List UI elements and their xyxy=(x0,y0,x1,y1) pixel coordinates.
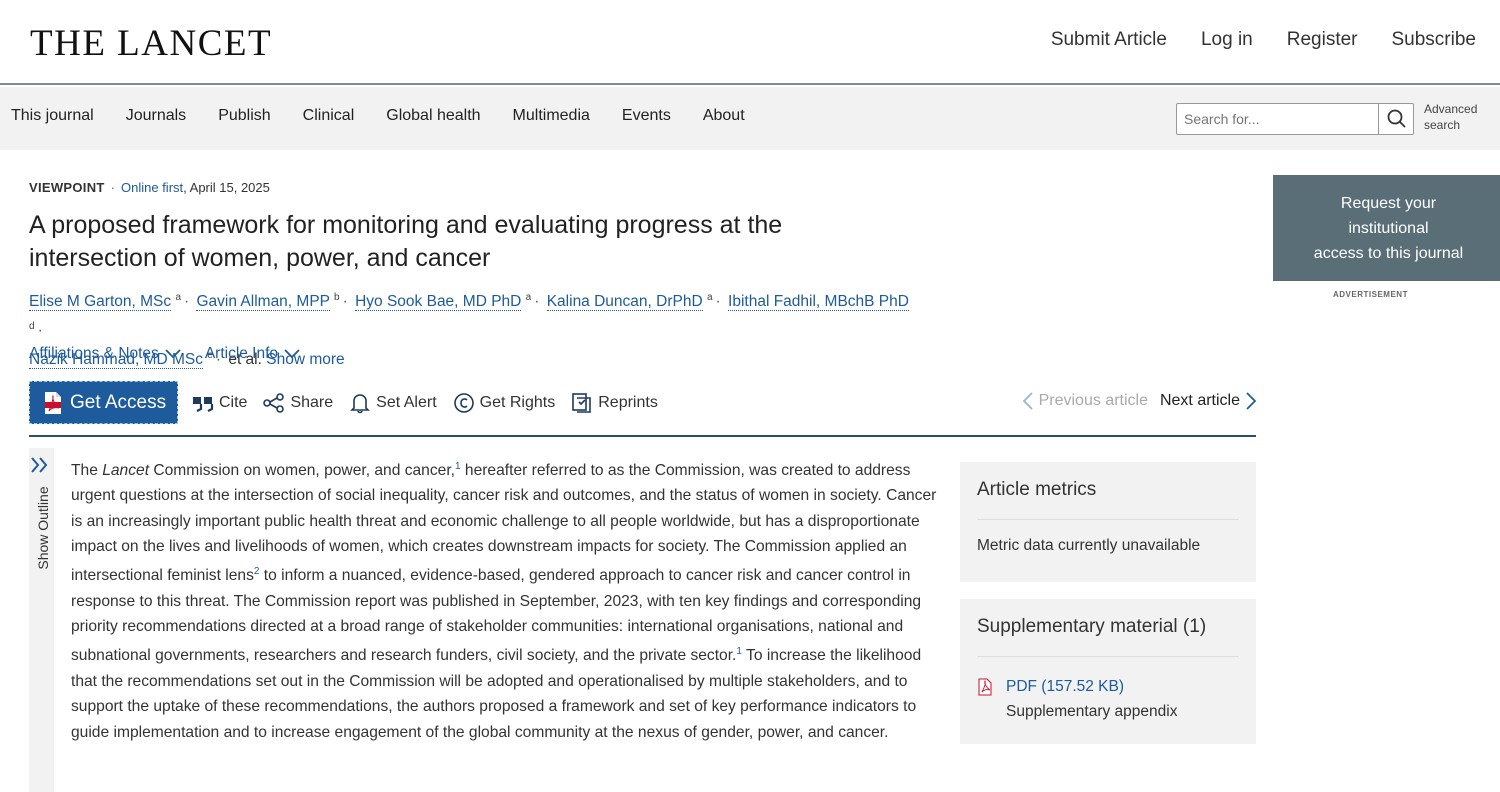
advanced-search-link[interactable]: Advanced search xyxy=(1424,101,1477,133)
nav-publish[interactable]: Publish xyxy=(218,107,270,125)
supplementary-panel: Supplementary material (1) PDF (157.52 K… xyxy=(960,599,1256,744)
site-header: THE LANCET Submit Article Log in Registe… xyxy=(0,0,1500,85)
subscribe-link[interactable]: Subscribe xyxy=(1392,29,1477,51)
author-link[interactable]: Kalina Duncan, DrPhD xyxy=(546,293,703,312)
chevron-down-icon xyxy=(165,349,181,359)
author-link[interactable]: Elise M Garton, MSc xyxy=(29,293,172,312)
nav-global-health[interactable]: Global health xyxy=(386,107,480,125)
article-title: A proposed framework for monitoring and … xyxy=(29,211,783,272)
chevron-right-icon xyxy=(1246,392,1256,410)
search-box xyxy=(1176,103,1414,135)
supplementary-title: Supplementary material (1) xyxy=(977,616,1239,657)
pdf-icon xyxy=(45,391,61,414)
article-toolbar: Get Access Cite Share Set Alert Get Righ… xyxy=(29,381,1256,437)
lancet-logo[interactable]: THE LANCET xyxy=(30,22,272,65)
article-metrics-panel: Article metrics Metric data currently un… xyxy=(960,462,1256,582)
nav-journals[interactable]: Journals xyxy=(126,107,186,125)
get-rights-button[interactable]: Get Rights xyxy=(453,392,555,414)
search-icon xyxy=(1387,109,1406,128)
supplementary-pdf-link[interactable]: PDF (157.52 KB) xyxy=(1006,674,1177,699)
share-button[interactable]: Share xyxy=(263,392,333,414)
submit-article-link[interactable]: Submit Article xyxy=(1051,29,1167,51)
author-link[interactable]: Gavin Allman, MPP xyxy=(196,293,330,312)
affiliations-toggle[interactable]: Affiliations & Notes xyxy=(29,345,181,363)
chevron-left-icon xyxy=(1022,392,1033,410)
supplementary-item: PDF (157.52 KB) Supplementary appendix xyxy=(977,674,1239,724)
search-button[interactable] xyxy=(1378,104,1413,134)
cite-button[interactable]: Cite xyxy=(192,392,247,414)
share-icon xyxy=(263,393,285,413)
main-nav: This journal Journals Publish Clinical G… xyxy=(0,87,1500,150)
chevron-down-icon xyxy=(284,349,300,359)
search-input[interactable] xyxy=(1177,104,1379,134)
next-article-link[interactable]: Next article xyxy=(1160,392,1256,410)
nav-clinical[interactable]: Clinical xyxy=(303,107,355,125)
institutional-access-button[interactable]: Request your institutional access to thi… xyxy=(1273,175,1500,281)
account-links: Submit Article Log in Register Subscribe xyxy=(1051,29,1476,51)
reprints-button[interactable]: Reprints xyxy=(571,392,658,414)
metrics-title: Article metrics xyxy=(977,479,1239,520)
article-tools: Cite Share Set Alert Get Rights Reprints xyxy=(192,392,658,414)
quote-icon xyxy=(193,397,214,412)
article-type: VIEWPOINT xyxy=(29,180,105,195)
advertisement-label: ADVERTISEMENT xyxy=(1333,290,1408,299)
nav-multimedia[interactable]: Multimedia xyxy=(513,107,590,125)
outline-rail[interactable]: Show Outline xyxy=(29,448,54,792)
previous-article-link[interactable]: Previous article xyxy=(1022,392,1148,410)
author-link[interactable]: Ibithal Fadhil, MBchB PhD xyxy=(728,293,909,312)
double-chevron-right-icon xyxy=(31,457,48,473)
online-first-link[interactable]: Online first xyxy=(121,180,183,195)
publish-date: , April 15, 2025 xyxy=(183,180,270,195)
pdf-file-icon xyxy=(978,678,992,696)
supplementary-description: Supplementary appendix xyxy=(1006,703,1178,720)
article-meta: VIEWPOINT · Online first, April 15, 2025 xyxy=(29,180,270,195)
author-link[interactable]: Hyo Sook Bae, MD PhD xyxy=(355,293,522,312)
get-access-button[interactable]: Get Access xyxy=(29,381,178,424)
article-navigation: Previous article Next article xyxy=(1022,392,1256,410)
copyright-icon xyxy=(453,393,474,413)
nav-this-journal[interactable]: This journal xyxy=(11,107,94,125)
reprints-icon xyxy=(572,393,592,413)
metrics-text: Metric data currently unavailable xyxy=(977,537,1201,554)
set-alert-button[interactable]: Set Alert xyxy=(349,392,437,414)
register-link[interactable]: Register xyxy=(1287,29,1358,51)
show-outline-label: Show Outline xyxy=(35,486,51,570)
nav-about[interactable]: About xyxy=(703,107,745,125)
nav-events[interactable]: Events xyxy=(622,107,671,125)
article-info-toggle[interactable]: Article Info xyxy=(205,345,300,363)
bell-icon xyxy=(350,394,371,414)
article-info-links: Affiliations & Notes Article Info xyxy=(29,345,300,363)
article-body: The Lancet Commission on women, power, a… xyxy=(71,461,937,741)
log-in-link[interactable]: Log in xyxy=(1201,29,1253,51)
